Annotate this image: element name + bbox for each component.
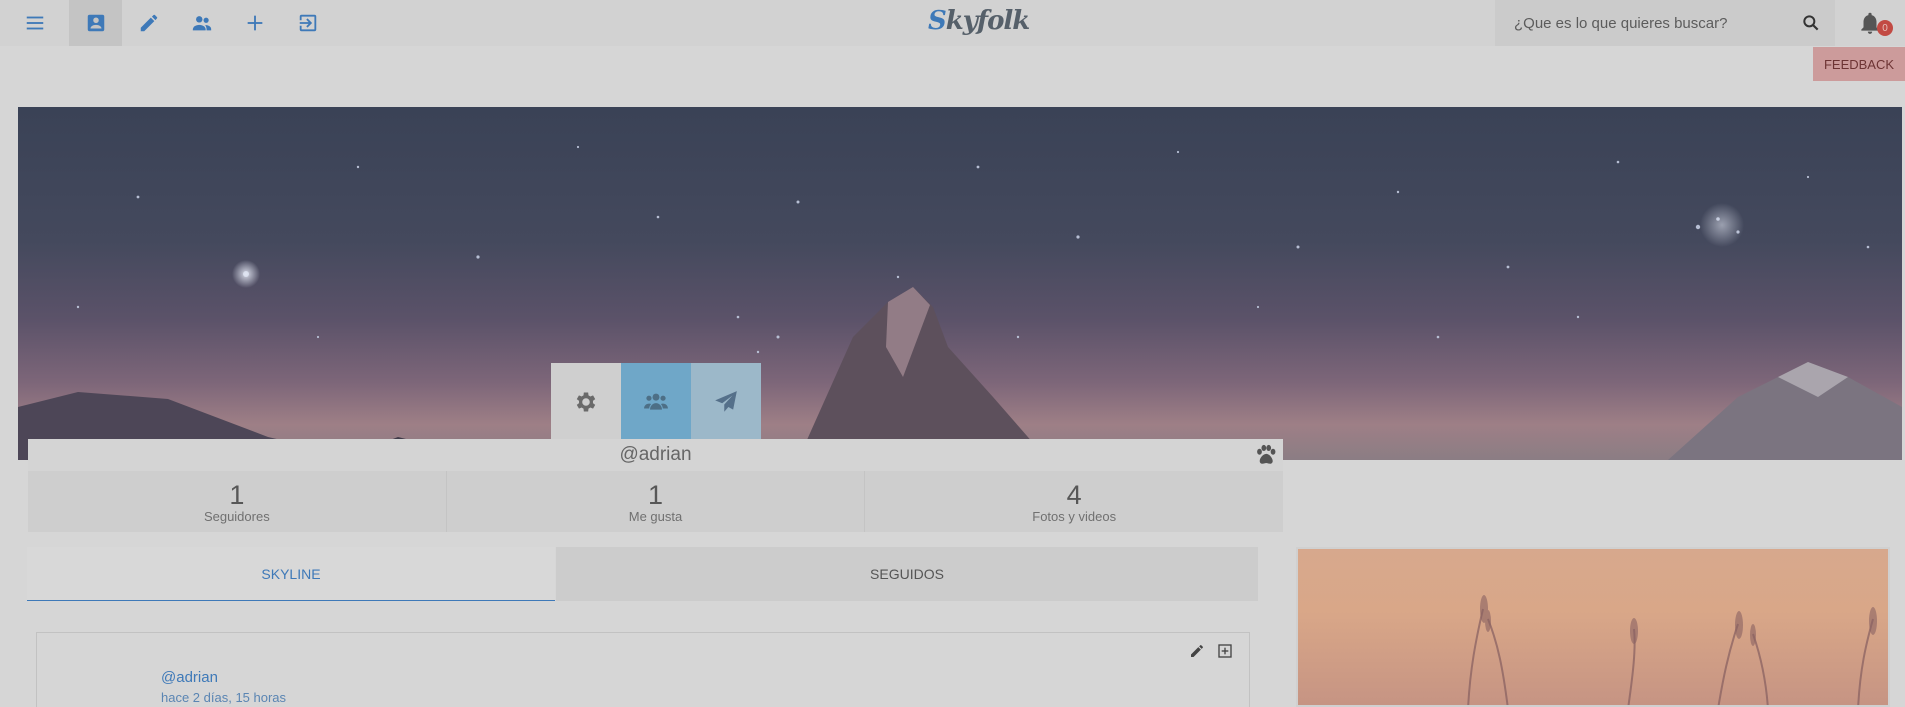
- profile-username-bar: @adrian: [28, 439, 1283, 471]
- stat-value: 1: [647, 480, 664, 510]
- menu-button[interactable]: [8, 0, 61, 46]
- feedback-button[interactable]: FEEDBACK: [1813, 47, 1905, 81]
- logout-button[interactable]: [281, 0, 334, 46]
- settings-button[interactable]: [551, 363, 621, 440]
- stat-label: Me gusta: [628, 509, 683, 524]
- tab-seguidos[interactable]: SEGUIDOS: [556, 547, 1258, 601]
- search-input[interactable]: [1514, 14, 1794, 32]
- people-icon: [192, 16, 211, 31]
- stat-label: Seguidores: [203, 509, 270, 524]
- post-timestamp: hace 2 días, 15 horas: [161, 690, 287, 705]
- users-icon: [644, 393, 668, 410]
- send-message-button[interactable]: [691, 363, 761, 440]
- logout-icon: [299, 14, 316, 32]
- stat-media[interactable]: 4 Fotos y videos: [865, 471, 1283, 532]
- gear-icon: [576, 391, 596, 412]
- profile-stats: 1 Seguidores 1 Me gusta 4 Fotos y videos: [28, 471, 1283, 532]
- skyfolk-logo[interactable]: Skyfolk: [928, 6, 1030, 36]
- pencil-icon: [140, 14, 157, 32]
- add-button[interactable]: [228, 0, 281, 46]
- search-box: [1495, 0, 1835, 46]
- plus-icon: [247, 15, 262, 31]
- top-navigation-bar: Skyfolk 0: [0, 0, 1905, 46]
- tab-skyline[interactable]: SKYLINE: [27, 547, 555, 601]
- post-card: @adrian hace 2 días, 15 horas: [36, 632, 1250, 707]
- post-author[interactable]: @adrian: [161, 669, 218, 686]
- menu-icon: [26, 16, 43, 30]
- cover-image: [18, 107, 1902, 460]
- friends-button[interactable]: [621, 363, 691, 440]
- stat-followers[interactable]: 1 Seguidores: [28, 471, 447, 532]
- profile-actions: [551, 363, 761, 440]
- notification-badge: 0: [1877, 20, 1893, 36]
- stat-label: Fotos y videos: [1032, 509, 1117, 524]
- write-button[interactable]: [122, 0, 175, 46]
- people-button[interactable]: [175, 0, 228, 46]
- profile-button[interactable]: [69, 0, 122, 46]
- search-icon[interactable]: [1801, 13, 1821, 33]
- expand-icon[interactable]: [1217, 643, 1233, 659]
- profile-icon: [87, 14, 104, 32]
- stat-likes[interactable]: 1 Me gusta: [447, 471, 866, 532]
- paw-icon[interactable]: [1253, 442, 1279, 468]
- pencil-icon[interactable]: [1189, 643, 1205, 659]
- paper-plane-icon: [715, 390, 737, 412]
- stat-value: 4: [1066, 480, 1082, 510]
- side-photo: [1296, 547, 1890, 707]
- stat-value: 1: [229, 480, 245, 510]
- profile-username: @adrian: [619, 444, 692, 465]
